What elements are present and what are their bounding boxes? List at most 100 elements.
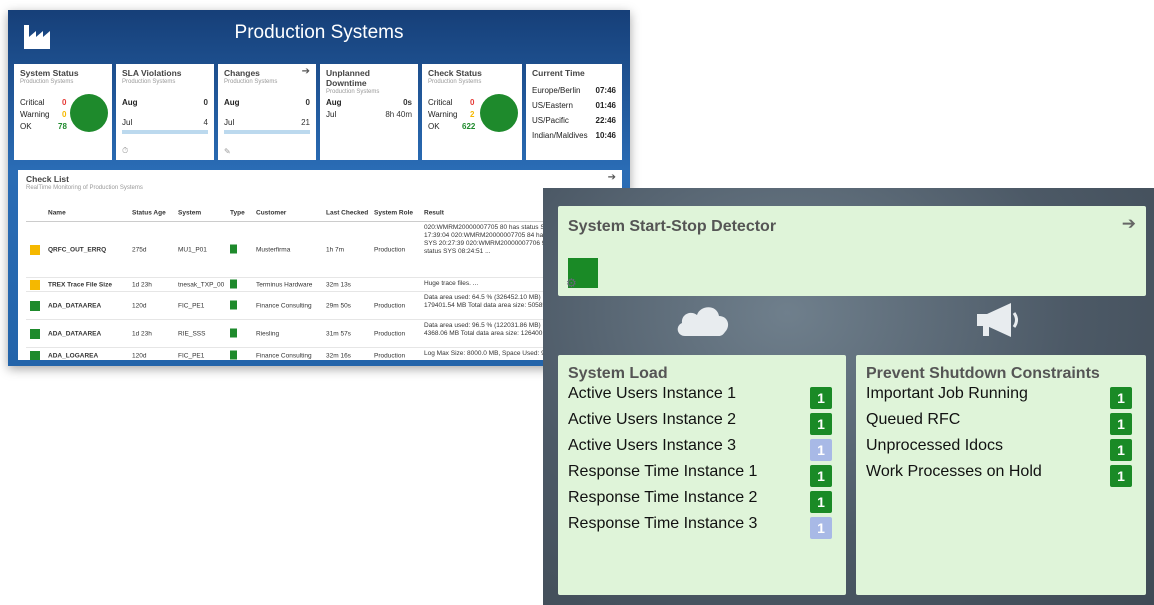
aug-value: 0 <box>305 98 310 107</box>
jul-value: 8h 40m <box>385 110 412 119</box>
ok-value: 622 <box>462 122 476 131</box>
status-badge[interactable]: 1 <box>1110 387 1132 409</box>
start-stop-detector-panel[interactable]: System Start-Stop Detector ➔ ⚙ <box>558 206 1146 296</box>
constraint-label: Queued RFC <box>866 411 961 428</box>
tile-title: Unplanned Downtime <box>326 68 370 88</box>
table-row[interactable]: ADA_LOGAREA 120d FIC_PE1 Finance Consulting… <box>26 348 622 360</box>
table-row[interactable]: ADA_DATAAREA 1d 23h RIE_SSS Riesling 31m 57s… <box>26 320 622 348</box>
constraint-label: Response Time Instance 2 <box>568 489 758 506</box>
status-square <box>30 350 40 360</box>
cell-age: 1d 23h <box>132 281 152 288</box>
stopwatch-icon: ⏱ <box>122 146 129 155</box>
cloud-icon <box>677 307 729 336</box>
tile-subtitle: Production Systems <box>20 79 74 85</box>
cell-system: tnesak_TXP_00 <box>178 281 225 288</box>
jul-value: 21 <box>301 118 310 127</box>
cell-role: Production <box>374 330 406 337</box>
start-stop-detector-window: System Start-Stop Detector ➔ ⚙ System Lo… <box>543 188 1154 605</box>
cell-name: QRFC_OUT_ERRQ <box>48 246 107 253</box>
warning-label: Warning <box>20 110 50 119</box>
jul-value: 4 <box>203 118 208 127</box>
status-badge[interactable]: 1 <box>1110 465 1132 487</box>
changes-tile[interactable]: Changes Production Systems ➔ Aug 0 Jul 2… <box>218 64 316 160</box>
aug-value: 0s <box>403 98 412 107</box>
status-badge[interactable]: 1 <box>810 491 832 513</box>
tile-subtitle: Production Systems <box>428 79 482 85</box>
constraint-label: Active Users Instance 2 <box>568 411 737 428</box>
tile-title: SLA Violations <box>122 68 182 78</box>
status-badge[interactable]: 1 <box>1110 439 1132 461</box>
status-badge[interactable]: 1 <box>1110 413 1132 435</box>
table-header: Name Status Age System Type Customer Las… <box>26 204 622 222</box>
cell-age: 1d 23h <box>132 330 152 337</box>
cell-last: 1h 7m <box>326 246 345 253</box>
critical-label: Critical <box>428 98 453 107</box>
cell-system: FIC_PE1 <box>178 302 205 309</box>
status-badge[interactable]: 1 <box>810 439 832 461</box>
checklist-table: Name Status Age System Type Customer Las… <box>26 204 622 360</box>
jul-bar <box>224 130 310 134</box>
clock-maldives: Indian/Maldives 10:46 <box>532 131 616 140</box>
dashboard-title: Production Systems <box>234 22 404 43</box>
tile-title: Check Status <box>428 68 482 78</box>
status-badge[interactable]: 1 <box>810 413 832 435</box>
aug-label: Aug <box>122 98 138 107</box>
gears-icon[interactable]: ⚙ <box>566 276 577 290</box>
unplanned-downtime-tile[interactable]: Unplanned Downtime Production Systems Au… <box>320 64 418 160</box>
cell-customer: Musterfirma <box>256 246 291 253</box>
jul-bar <box>122 130 208 134</box>
production-dashboard-window: Production Systems System Status Product… <box>8 10 630 366</box>
status-badge[interactable]: 1 <box>810 387 832 409</box>
cell-name: TREX Trace File Size <box>48 281 112 288</box>
status-badge[interactable]: 1 <box>810 465 832 487</box>
system-status-tile[interactable]: System Status Production Systems Critica… <box>14 64 112 160</box>
cell-age: 120d <box>132 302 147 309</box>
critical-label: Critical <box>20 98 45 107</box>
tile-title: Current Time <box>532 68 585 78</box>
cell-name: ADA_DATAAREA <box>48 302 102 309</box>
table-row[interactable]: QRFC_OUT_ERRQ 275d MU1_P01 Musterfirma 1h 7m… <box>26 222 622 278</box>
cell-last: 32m 16s <box>326 352 351 359</box>
status-donut-chart <box>70 94 108 132</box>
arrow-right-icon[interactable]: ➔ <box>302 66 310 77</box>
cell-customer: Terminus Hardware <box>256 281 313 288</box>
cell-system: MU1_P01 <box>178 246 207 253</box>
prevent-shutdown-panel: Prevent Shutdown Constraints Important J… <box>856 355 1146 595</box>
checklist-subtitle: RealTime Monitoring of Production System… <box>26 185 143 191</box>
cell-name: ADA_DATAAREA <box>48 330 102 337</box>
sla-violations-tile[interactable]: SLA Violations Production Systems Aug 0 … <box>116 64 214 160</box>
system-load-panel: System Load Active Users Instance 1 1 Acti… <box>558 355 846 595</box>
cell-age: 275d <box>132 246 147 253</box>
table-row[interactable]: ADA_DATAAREA 120d FIC_PE1 Finance Consultin… <box>26 292 622 320</box>
cell-age: 120d <box>132 352 147 359</box>
check-donut-chart <box>480 94 518 132</box>
tile-subtitle: Production Systems <box>224 79 278 85</box>
clock-berlin: Europe/Berlin 07:46 <box>532 86 616 95</box>
status-square <box>30 244 40 255</box>
status-square <box>30 300 40 311</box>
ok-label: OK <box>428 122 440 131</box>
prevent-shutdown-title: Prevent Shutdown Constraints <box>866 365 1100 382</box>
cell-last: 31m 57s <box>326 330 351 337</box>
aug-label: Aug <box>326 98 342 107</box>
type-icon <box>230 328 237 339</box>
arrow-right-icon[interactable]: ➔ <box>1122 214 1136 234</box>
status-badge[interactable]: 1 <box>810 517 832 539</box>
constraint-label: Active Users Instance 3 <box>568 437 737 454</box>
cell-role: Production <box>374 352 406 359</box>
table-row[interactable]: TREX Trace File Size 1d 23h tnesak_TXP_00 T… <box>26 278 622 292</box>
cell-role: Production <box>374 302 406 309</box>
type-icon <box>230 350 237 360</box>
ok-label: OK <box>20 122 32 131</box>
tile-title: System Status <box>20 68 79 78</box>
constraint-label: Unprocessed Idocs <box>866 437 1003 454</box>
check-status-tile[interactable]: Check Status Production Systems Critical… <box>422 64 522 160</box>
type-icon <box>230 244 237 255</box>
arrow-right-icon[interactable]: ➔ <box>608 172 616 183</box>
jul-label: Jul <box>326 110 337 119</box>
tile-subtitle: Production Systems <box>122 79 176 85</box>
megaphone-icon <box>977 303 1018 337</box>
cell-role: Production <box>374 246 406 253</box>
cell-last: 29m 50s <box>326 302 351 309</box>
wrench-icon: ✎ <box>224 147 231 156</box>
